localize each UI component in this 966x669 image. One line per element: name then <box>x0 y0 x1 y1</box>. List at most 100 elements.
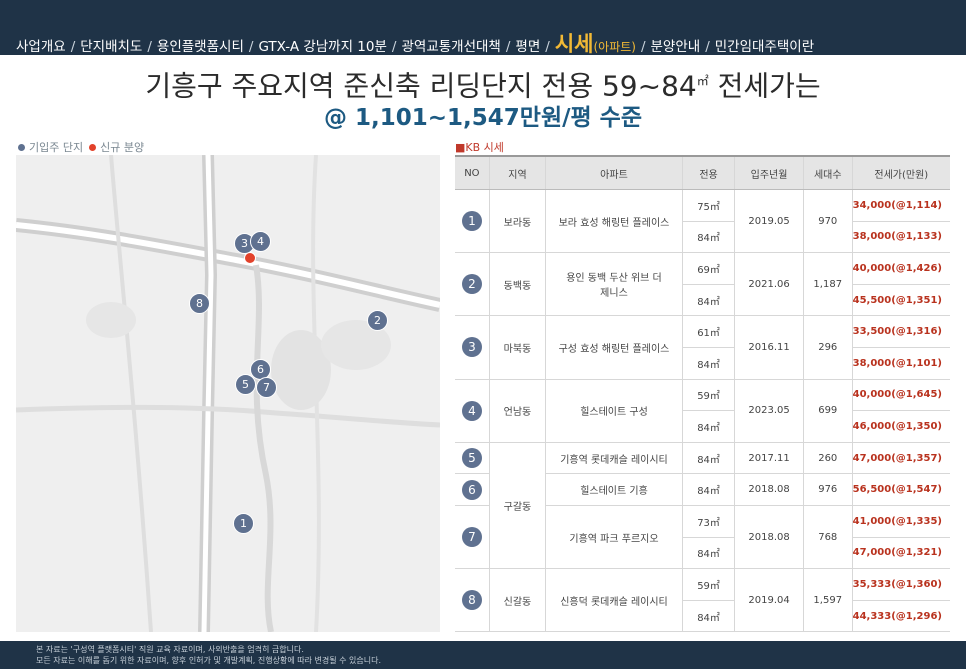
cell-region: 마북동 <box>488 315 546 380</box>
page-subheadline: @ 1,101~1,547만원/평 수준 <box>324 105 642 131</box>
nav-item-overview[interactable]: 사업개요 <box>16 35 66 55</box>
cell-price: 38,000(@1,133) <box>851 221 950 254</box>
nav-separator: / <box>147 39 152 55</box>
nav-item-sales-info[interactable]: 분양안내 <box>651 35 701 55</box>
nav-separator: / <box>505 39 511 55</box>
cell-apartment: 힐스테이트 구성 <box>545 379 683 443</box>
nav-item-gtx[interactable]: GTX-A 강남까지 10분 <box>258 35 386 55</box>
table-row: 8 신갈동 신흥덕 롯데캐슬 레이시티 59㎡ 2019.04 1,597 35… <box>455 568 950 633</box>
nav-active-sublabel: (아파트) <box>593 40 636 54</box>
cell-price: 35,333(@1,360) <box>851 568 950 601</box>
cell-apartment: 보라 효성 해링턴 플레이스 <box>545 189 683 254</box>
number-badge: 2 <box>461 274 482 295</box>
legend-existing: 기입주 단지 <box>29 141 84 154</box>
nav-item-site-plan[interactable]: 단지배치도 <box>80 35 142 55</box>
cell-apartment: 힐스테이트 기흥 <box>545 473 683 506</box>
cell-apartment: 용인 동백 두산 위브 더 제니스 <box>545 252 683 317</box>
cell-price: 47,000(@1,321) <box>851 537 950 570</box>
cell-price: 33,500(@1,316) <box>851 315 950 348</box>
row-number: 8 <box>455 568 490 633</box>
nav-active-label: 시세 <box>554 32 594 56</box>
map-marker-2[interactable]: 2 <box>367 310 388 331</box>
table-header-row: NO 지역 아파트 전용 입주년월 세대수 전세가(만원) <box>455 155 950 190</box>
price-table: NO 지역 아파트 전용 입주년월 세대수 전세가(만원) 1 보라동 보라 효… <box>455 155 950 633</box>
nav-item-platform-city[interactable]: 용인플랫폼시티 <box>157 35 244 55</box>
table-row: 5 구갈동 기흥역 롯데캐슬 레이시티 84㎡ 2017.11 260 47,0… <box>455 442 950 570</box>
cell-area: 84㎡ <box>681 410 735 443</box>
legend-new: 신규 분양 <box>100 141 145 154</box>
cell-price: 38,000(@1,101) <box>851 347 950 380</box>
number-badge: 4 <box>461 400 482 421</box>
cell-area: 84㎡ <box>681 284 735 317</box>
cell-price: 47,000(@1,357) <box>851 442 950 475</box>
cell-move-in: 2018.08 <box>734 473 804 506</box>
table-row: 1 보라동 보라 효성 해링턴 플레이스 75㎡ 2019.05 970 34,… <box>455 189 950 254</box>
nav-separator: / <box>248 39 254 55</box>
nav-item-floorplan[interactable]: 평면 <box>515 35 540 55</box>
kb-label-text: KB 시세 <box>465 141 504 154</box>
cell-units: 1,187 <box>802 252 853 317</box>
cell-region: 동백동 <box>488 252 546 317</box>
cell-units: 699 <box>802 379 853 443</box>
col-header-price: 전세가(만원) <box>851 155 950 190</box>
cell-region: 구갈동 <box>488 442 546 570</box>
cell-price: 44,333(@1,296) <box>851 600 950 633</box>
cell-move-in: 2019.04 <box>734 568 804 633</box>
nav-separator: / <box>70 39 76 55</box>
col-header-move-in: 입주년월 <box>734 155 804 190</box>
cell-region: 보라동 <box>488 189 546 254</box>
cell-area: 84㎡ <box>681 347 735 380</box>
cell-move-in: 2016.11 <box>734 315 804 380</box>
cell-units: 260 <box>802 442 853 475</box>
table-row: 3 마북동 구성 효성 해링턴 플레이스 61㎡ 2016.11 296 33,… <box>455 315 950 380</box>
map-background <box>16 155 440 632</box>
headline-tail: 전세가는 <box>717 69 821 103</box>
cell-apartment: 기흥역 파크 푸르지오 <box>545 505 683 570</box>
new-sale-pin-icon[interactable] <box>244 252 256 264</box>
map-marker-5[interactable]: 5 <box>235 374 256 395</box>
kb-price-label: ■KB 시세 <box>455 139 504 155</box>
nav-menu: 사업개요 / 단지배치도 / 용인플랫폼시티 / GTX-A 강남까지 10분 / 광역… <box>16 28 814 58</box>
col-header-apartment: 아파트 <box>545 155 683 190</box>
map-marker-7[interactable]: 7 <box>256 377 277 398</box>
cell-area: 84㎡ <box>681 442 735 475</box>
cell-area: 59㎡ <box>681 568 735 601</box>
nav-separator: / <box>545 39 550 55</box>
map-marker-4[interactable]: 4 <box>250 231 271 252</box>
cell-move-in: 2017.11 <box>734 442 804 475</box>
cell-units: 976 <box>802 473 853 506</box>
cell-move-in: 2018.08 <box>734 505 804 570</box>
cell-move-in: 2019.05 <box>734 189 804 254</box>
footer-line-1: 본 자료는 '구성역 플랫폼시티' 직원 교육 자료이며, 사외반출을 엄격히 … <box>36 645 304 654</box>
row-number: 4 <box>455 379 490 443</box>
footer-line-2: 모든 자료는 이해를 돕기 위한 자료이며, 향후 인허가 및 개발계획, 진행… <box>36 656 381 665</box>
map-marker-1[interactable]: 1 <box>233 513 254 534</box>
page-headline: 기흥구 주요지역 준신축 리딩단지 전용 59~84㎡ 전세가는 <box>0 62 966 105</box>
cell-region: 신갈동 <box>488 568 546 633</box>
number-badge: 6 <box>461 479 482 500</box>
kb-square-icon: ■ <box>455 141 466 154</box>
cell-apartment: 기흥역 롯데캐슬 레이시티 <box>545 442 683 475</box>
cell-area: 84㎡ <box>681 473 735 506</box>
cell-area: 84㎡ <box>681 537 735 570</box>
col-header-units: 세대수 <box>802 155 853 190</box>
number-badge: 3 <box>461 337 482 358</box>
cell-area: 75㎡ <box>681 189 735 222</box>
cell-move-in: 2023.05 <box>734 379 804 443</box>
map-marker-8[interactable]: 8 <box>189 293 210 314</box>
nav-separator: / <box>391 39 397 55</box>
nav-item-traffic[interactable]: 광역교통개선대책 <box>401 35 500 55</box>
row-number: 5 <box>455 442 490 475</box>
nav-item-market-price[interactable]: 시세(아파트) <box>555 28 636 58</box>
row-number: 6 <box>455 473 490 506</box>
nav-separator: / <box>705 39 710 55</box>
location-map[interactable]: 3 4 2 8 6 5 7 1 <box>16 155 440 632</box>
cell-price: 41,000(@1,335) <box>851 505 950 538</box>
cell-area: 84㎡ <box>681 600 735 633</box>
row-number: 3 <box>455 315 490 380</box>
nav-item-rental-info[interactable]: 민간임대주택이란 <box>715 35 814 55</box>
cell-apartment: 구성 효성 해링턴 플레이스 <box>545 315 683 380</box>
number-badge: 5 <box>461 448 482 469</box>
cell-apartment: 신흥덕 롯데캐슬 레이시티 <box>545 568 683 633</box>
cell-area: 84㎡ <box>681 221 735 254</box>
